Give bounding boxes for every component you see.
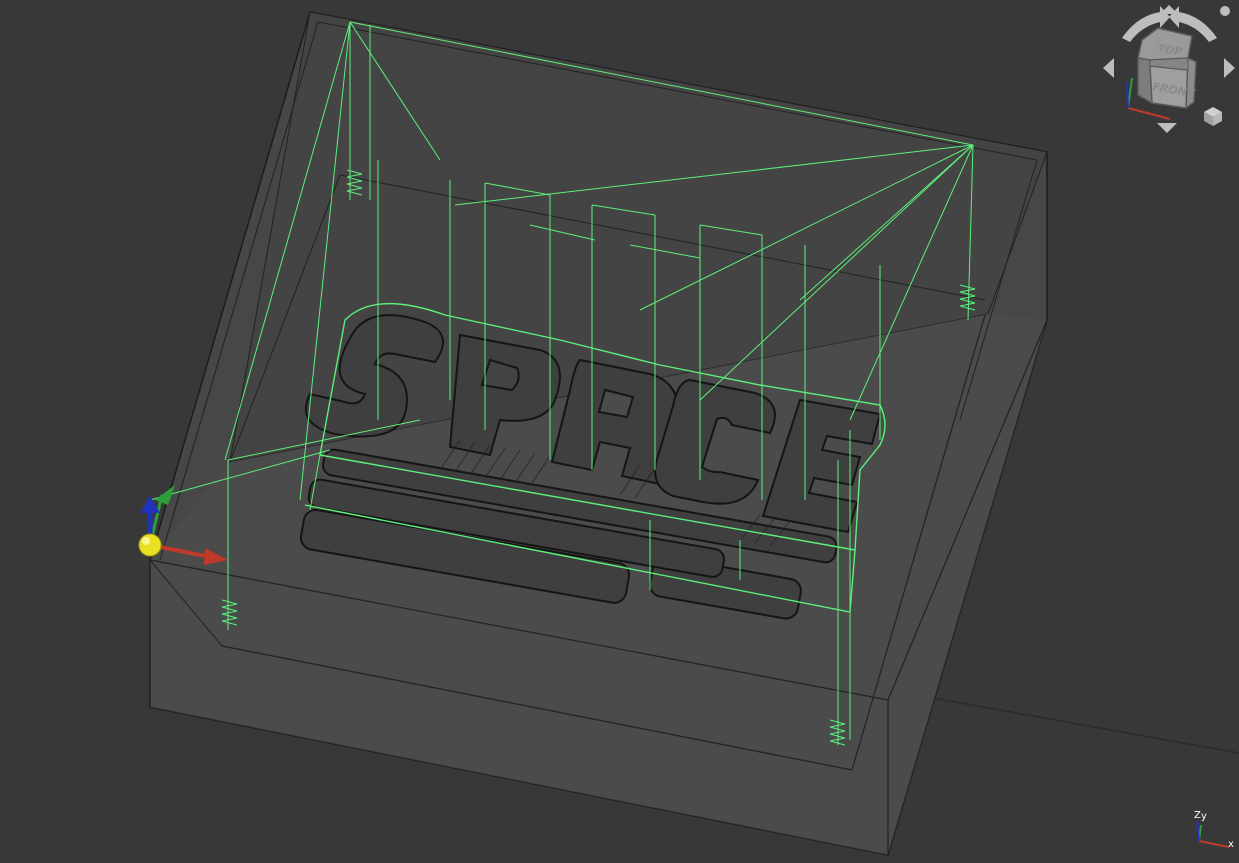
axis-label-y: y [1201, 811, 1207, 822]
cube-body[interactable]: TOP FRONT [1137, 27, 1197, 110]
3d-viewport[interactable]: TOP FRONT Z y x [0, 0, 1239, 863]
arrow-left-icon[interactable] [1103, 58, 1114, 78]
arrow-down-icon[interactable] [1157, 123, 1177, 133]
axis-indicator: Z y x [1194, 810, 1234, 850]
scene-canvas[interactable] [0, 0, 1239, 863]
arrow-right-icon[interactable] [1224, 58, 1235, 78]
gizmo-sphere-highlight [142, 537, 150, 545]
ground-edge [887, 689, 1239, 754]
menu-dot-icon[interactable] [1220, 6, 1230, 16]
axis-label-x: x [1228, 839, 1234, 850]
axis-x-line [1198, 840, 1230, 848]
axis-z-line [1196, 820, 1200, 842]
gizmo-origin-sphere[interactable] [138, 533, 162, 557]
axis-label-z: Z [1194, 810, 1201, 821]
cube-view-icon[interactable] [1204, 107, 1222, 126]
navigation-cube[interactable]: TOP FRONT [1100, 0, 1239, 140]
